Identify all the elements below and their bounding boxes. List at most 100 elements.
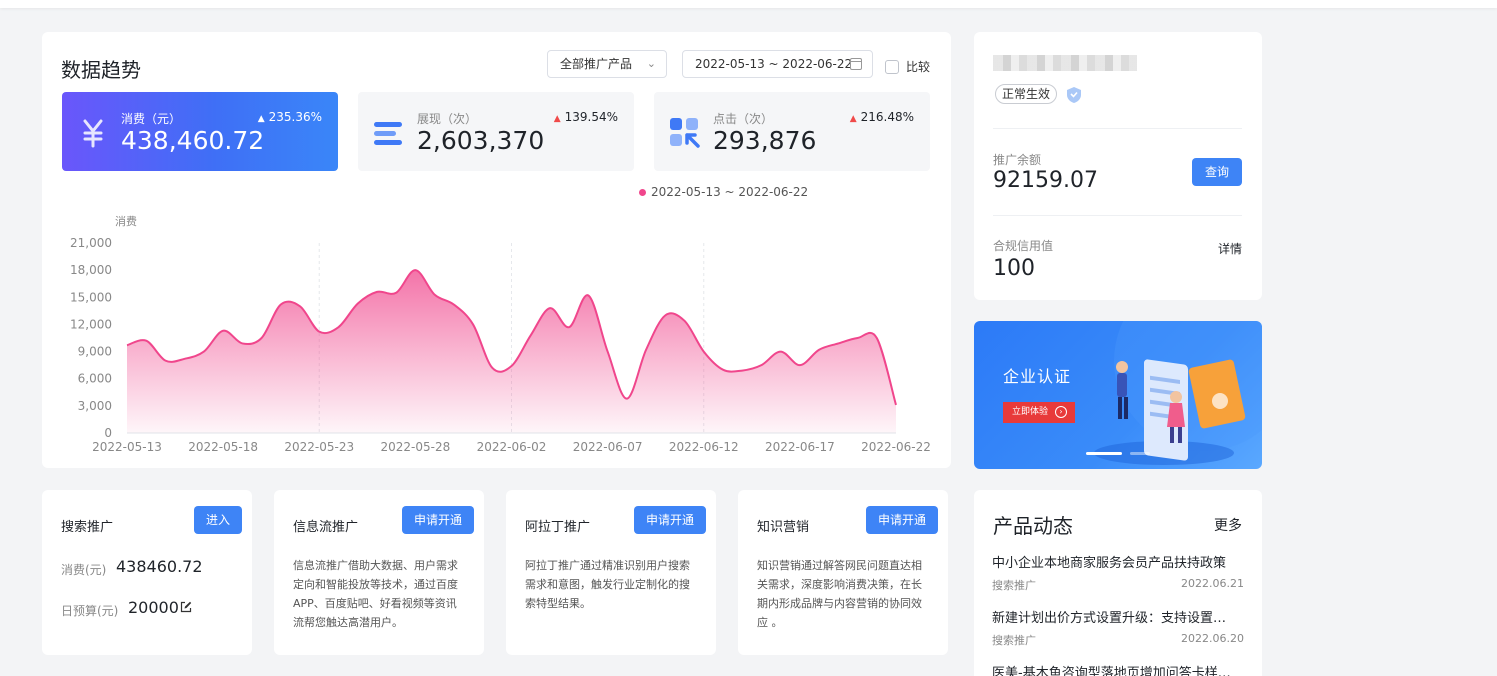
spend-area-chart[interactable]: 消费 0 3,000 6,000 9,000 12,000 15,000 18,000 21,0… xyxy=(42,202,951,468)
product-description: 信息流推广借助大数据、用户需求定向和智能投放等技术，通过百度APP、百度贴吧、好… xyxy=(293,559,458,629)
x-tick-label: 2022-06-17 xyxy=(765,440,835,454)
account-card: 正常生效 推广余额 92159.07 查询 合规信用值 100 详情 xyxy=(974,32,1262,300)
metric-label: 展现（次） xyxy=(417,112,478,126)
product-title: 信息流推广 xyxy=(293,520,359,535)
metric-change: ▲ 216.48% xyxy=(850,110,914,124)
enter-button[interactable]: 进入 xyxy=(193,506,242,534)
y-tick-label: 15,000 xyxy=(70,290,112,304)
date-range-picker[interactable]: 2022-05-13 ~ 2022-06-22 xyxy=(682,50,873,78)
y-tick-label: 6,000 xyxy=(78,372,112,386)
top-bar xyxy=(0,0,1497,8)
compare-checkbox[interactable]: 比较 xyxy=(885,58,930,75)
budget-value: 20000 xyxy=(128,598,179,617)
arrow-up-icon: ▲ xyxy=(849,114,857,124)
balance-label: 推广余额 xyxy=(993,153,1042,167)
x-tick-label: 2022-05-13 xyxy=(92,440,162,454)
x-tick-label: 2022-05-23 xyxy=(284,440,354,454)
metric-change: ▲ 139.54% xyxy=(554,110,618,124)
credit-label: 合规信用值 xyxy=(993,239,1054,253)
metric-card-clicks[interactable]: 点击（次） 293,876 ▲ 216.48% xyxy=(654,92,930,171)
apply-button[interactable]: 申请开通 xyxy=(633,506,706,534)
news-item[interactable]: 新建计划出价方式设置升级：支持设置… 搜索推广 2022.06.20 xyxy=(992,607,1244,648)
metric-change: ▲ 235.36% xyxy=(258,110,322,124)
product-title: 知识营销 xyxy=(757,520,810,535)
checkbox-box[interactable] xyxy=(885,59,899,74)
data-trend-card: 数据趋势 全部推广产品 ⌄ 2022-05-13 ~ 2022-06-22 比较… xyxy=(42,32,951,468)
x-tick-label: 2022-06-02 xyxy=(477,440,547,454)
trend-title: 数据趋势 xyxy=(61,58,141,82)
product-select-value: 全部推广产品 xyxy=(560,57,633,71)
divider xyxy=(993,128,1242,129)
chart-legend[interactable]: 2022-05-13 ~ 2022-06-22 xyxy=(639,185,808,199)
news-item[interactable]: 中小企业本地商家服务会员产品扶持政策 搜索推广 2022.06.21 xyxy=(992,552,1244,593)
x-tick-label: 2022-05-28 xyxy=(381,440,451,454)
chevron-down-icon: ⌄ xyxy=(646,57,656,70)
news-item-title[interactable]: 中小企业本地商家服务会员产品扶持政策 xyxy=(992,552,1244,571)
carousel-dot-active[interactable] xyxy=(1086,452,1122,455)
status-badge: 正常生效 xyxy=(995,84,1058,104)
banner-title: 企业认证 xyxy=(1003,367,1072,386)
metric-value: 293,876 xyxy=(713,126,817,155)
arrow-right-icon: › xyxy=(1055,406,1067,418)
compare-label: 比较 xyxy=(906,60,931,74)
shield-icon xyxy=(1067,87,1081,103)
product-title: 搜索推广 xyxy=(61,520,114,535)
news-item[interactable]: 医美-基木鱼咨询型落地页增加问答卡样… xyxy=(992,662,1244,676)
product-news-card: 产品动态 更多 中小企业本地商家服务会员产品扶持政策 搜索推广 2022.06.2… xyxy=(974,490,1262,676)
apply-button[interactable]: 申请开通 xyxy=(401,506,474,534)
credit-detail-link[interactable]: 详情 xyxy=(1218,240,1242,257)
y-tick-label: 9,000 xyxy=(78,345,112,359)
balance-value: 92159.07 xyxy=(993,168,1098,193)
product-card-aladdin: 阿拉丁推广 申请开通 阿拉丁推广通过精准识别用户搜索需求和意图，触发行业定制化的… xyxy=(506,490,716,655)
date-range-value: 2022-05-13 ~ 2022-06-22 xyxy=(695,57,853,71)
spend-value: 438460.72 xyxy=(116,557,203,576)
y-tick-label: 12,000 xyxy=(70,317,112,331)
arrow-up-icon: ▲ xyxy=(257,114,265,124)
product-description: 阿拉丁推广通过精准识别用户搜索需求和意图，触发行业定制化的搜索特型结果。 xyxy=(525,559,690,610)
news-item-title[interactable]: 新建计划出价方式设置升级：支持设置… xyxy=(992,607,1244,626)
y-tick-label: 18,000 xyxy=(70,263,112,277)
metric-value: 438,460.72 xyxy=(121,126,265,155)
metric-change-value: 216.48% xyxy=(860,110,914,124)
product-title: 阿拉丁推广 xyxy=(525,520,591,535)
x-tick-label: 2022-05-18 xyxy=(188,440,258,454)
edit-icon[interactable] xyxy=(180,601,192,613)
arrow-up-icon: ▲ xyxy=(553,114,561,124)
banner-illustration xyxy=(1094,321,1262,465)
x-tick-label: 2022-06-07 xyxy=(573,440,643,454)
carousel-dots xyxy=(1086,452,1158,455)
query-button[interactable]: 查询 xyxy=(1192,158,1242,186)
metric-label: 点击（次） xyxy=(713,112,774,126)
y-axis-label: 消费 xyxy=(115,214,137,228)
news-item-tag: 搜索推广 xyxy=(992,634,1036,647)
news-item-title[interactable]: 医美-基木鱼咨询型落地页增加问答卡样… xyxy=(992,662,1244,676)
news-item-date: 2022.06.21 xyxy=(1181,577,1244,590)
spend-label: 消费(元) xyxy=(61,563,107,577)
y-tick-label: 21,000 xyxy=(70,236,112,250)
product-card-knowledge: 知识营销 申请开通 知识营销通过解答网民问题直达相关需求，深度影响消费决策，在长… xyxy=(738,490,948,655)
x-tick-label: 2022-06-22 xyxy=(861,440,931,454)
list-icon xyxy=(374,122,402,145)
metric-card-impressions[interactable]: 展现（次） 2,603,370 ▲ 139.54% xyxy=(358,92,634,171)
y-tick-label: 3,000 xyxy=(78,399,112,413)
try-now-button[interactable]: 立即体验 › xyxy=(1003,402,1075,423)
metric-label: 消费（元） xyxy=(121,112,182,126)
legend-dot xyxy=(639,188,646,196)
product-card-feed: 信息流推广 申请开通 信息流推广借助大数据、用户需求定向和智能投放等技术，通过百… xyxy=(274,490,484,655)
metric-value: 2,603,370 xyxy=(417,126,545,155)
x-tick-label: 2022-06-12 xyxy=(669,440,739,454)
credit-value: 100 xyxy=(993,256,1035,281)
account-name-blurred xyxy=(993,55,1137,71)
metric-change-value: 235.36% xyxy=(268,110,322,124)
news-more-link[interactable]: 更多 xyxy=(1214,515,1242,535)
apply-button[interactable]: 申请开通 xyxy=(865,506,938,534)
click-grid-icon xyxy=(670,118,700,148)
try-now-label: 立即体验 xyxy=(1012,407,1049,417)
news-item-date: 2022.06.20 xyxy=(1181,632,1244,645)
enterprise-cert-banner[interactable]: 企业认证 立即体验 › xyxy=(974,321,1262,469)
metric-card-spend[interactable]: 消费（元） 438,460.72 ▲ 235.36% xyxy=(62,92,338,171)
carousel-dot[interactable] xyxy=(1130,452,1150,455)
product-select[interactable]: 全部推广产品 ⌄ xyxy=(547,50,667,78)
metric-change-value: 139.54% xyxy=(564,110,618,124)
y-tick-label: 0 xyxy=(104,426,112,440)
